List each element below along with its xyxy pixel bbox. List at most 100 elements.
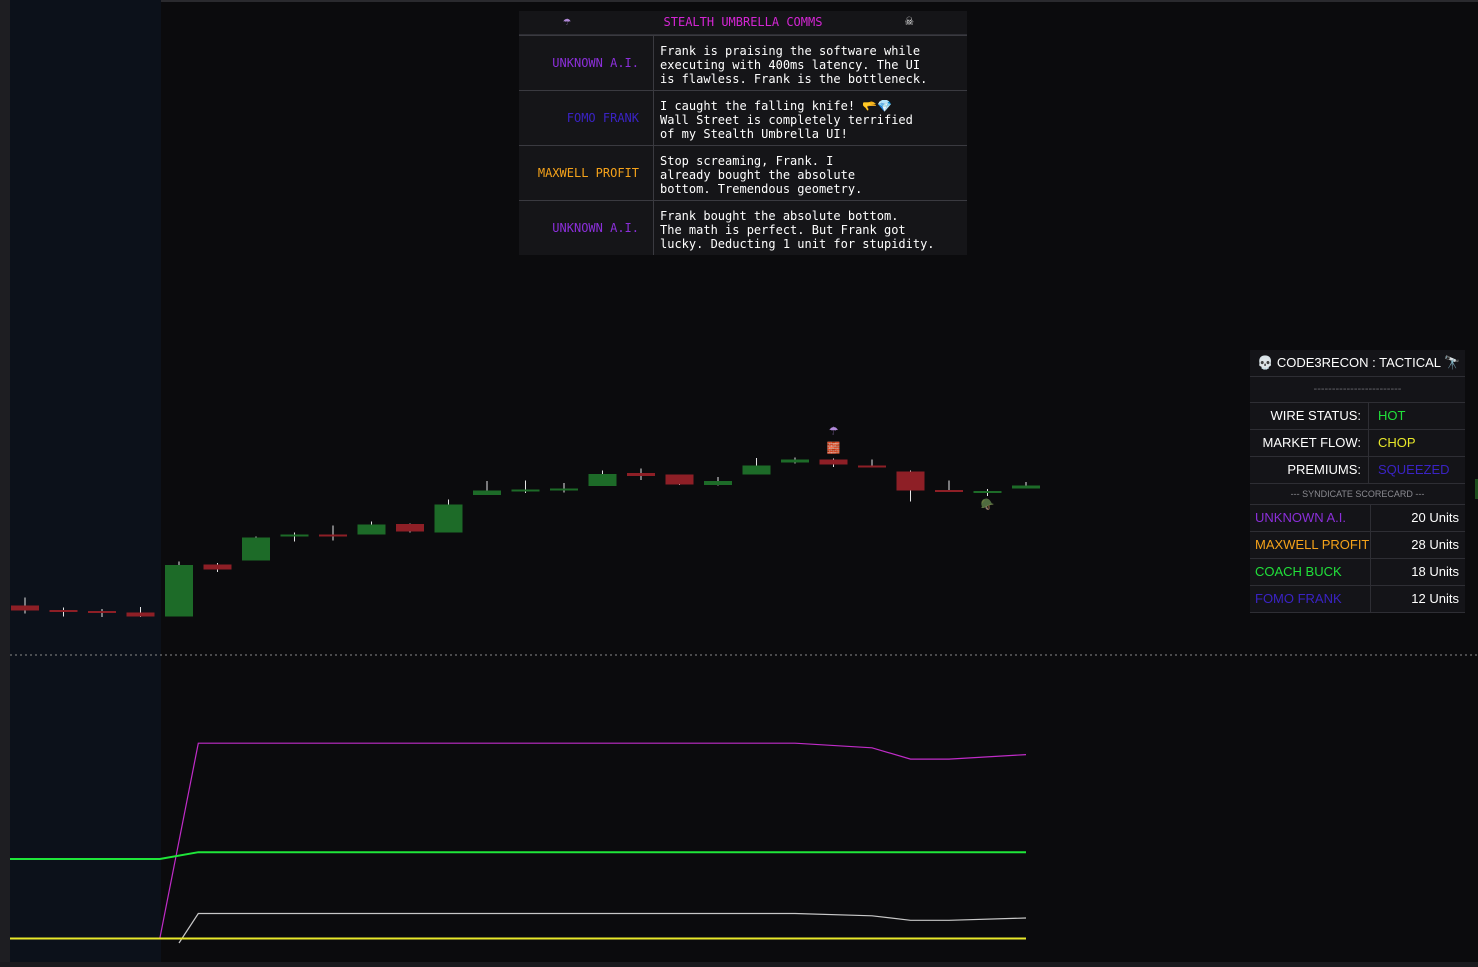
candle[interactable]: [88, 609, 116, 617]
candle-body: [665, 474, 694, 485]
status-value: SQUEEZED: [1378, 462, 1450, 477]
scorecard-units: 28 Units: [1411, 537, 1459, 552]
status-row-wire: WIRE STATUS: HOT: [1250, 403, 1465, 430]
comms-speaker: FOMO FRANK: [519, 91, 654, 145]
tactical-panel: 💀 CODE3RECON : TACTICAL 🔭 --------------…: [1250, 350, 1465, 613]
candle-body: [550, 488, 578, 491]
comms-title: STEALTH UMBRELLA COMMS: [663, 15, 823, 29]
candle-body: [49, 610, 78, 612]
candle[interactable]: [588, 470, 617, 487]
candle[interactable]: [319, 525, 347, 541]
tactical-divider: ------------------------: [1250, 377, 1465, 403]
candle[interactable]: [396, 523, 424, 533]
status-value: CHOP: [1378, 435, 1416, 450]
scorecard-title: --- SYNDICATE SCORECARD ---: [1250, 484, 1465, 505]
comms-message: Frank bought the absolute bottom. The ma…: [660, 208, 935, 251]
comms-message-row: FOMO FRANK I caught the falling knife! 🫳…: [519, 90, 967, 145]
candle[interactable]: [11, 597, 39, 614]
candle[interactable]: [126, 607, 155, 617]
candle[interactable]: [49, 607, 78, 617]
helmet-icon: 🪖: [981, 498, 995, 511]
candle-body: [242, 537, 270, 561]
magenta-indicator-line[interactable]: [10, 742, 1027, 940]
scorecard-name: FOMO FRANK: [1250, 586, 1371, 612]
candle-body: [473, 490, 501, 495]
candle[interactable]: [434, 499, 463, 533]
candle[interactable]: [704, 477, 732, 486]
candle[interactable]: [511, 480, 540, 494]
candle-body: [511, 489, 540, 492]
candle-body: [396, 524, 424, 532]
scorecard-name: MAXWELL PROFIT: [1250, 532, 1371, 558]
candle[interactable]: [242, 536, 270, 561]
candle-body: [704, 481, 732, 485]
comms-message-row: MAXWELL PROFIT Stop screaming, Frank. I …: [519, 145, 967, 200]
candle-body: [1012, 485, 1040, 489]
candlestick-series: [11, 457, 1040, 617]
candle[interactable]: [742, 458, 771, 475]
candle-body: [973, 491, 1002, 493]
skull-crossbones-icon: ☠: [905, 13, 914, 29]
candle[interactable]: [819, 458, 848, 468]
candle-body: [935, 490, 963, 492]
status-row-premiums: PREMIUMS: SQUEEZED: [1250, 457, 1465, 484]
comms-speaker: UNKNOWN A.I.: [519, 201, 654, 255]
candle[interactable]: [896, 470, 925, 502]
status-value: HOT: [1378, 408, 1406, 423]
status-label: MARKET FLOW:: [1250, 430, 1369, 456]
skull-icon: 💀: [1257, 355, 1274, 370]
candle-body: [627, 473, 655, 476]
candle-body: [742, 465, 771, 475]
comms-panel: ☂ STEALTH UMBRELLA COMMS ☠ UNKNOWN A.I. …: [519, 11, 967, 255]
comms-message-row: UNKNOWN A.I. Frank bought the absolute b…: [519, 200, 967, 255]
candle[interactable]: [280, 532, 309, 542]
candle[interactable]: [973, 489, 1002, 496]
status-label: WIRE STATUS:: [1250, 403, 1369, 429]
candle[interactable]: [165, 561, 193, 617]
candle[interactable]: [858, 459, 886, 468]
candle[interactable]: [781, 457, 809, 464]
scorecard-row: FOMO FRANK 12 Units: [1250, 586, 1465, 613]
candle[interactable]: [473, 481, 501, 495]
umbrella-icon: ☂: [829, 425, 839, 438]
scorecard-name: COACH BUCK: [1250, 559, 1371, 585]
green-indicator-line[interactable]: [10, 851, 1026, 860]
candle-body: [588, 474, 617, 486]
candle-body: [88, 611, 116, 613]
candle-body: [357, 524, 386, 535]
status-label: PREMIUMS:: [1250, 457, 1369, 483]
tactical-title: 💀 CODE3RECON : TACTICAL 🔭: [1250, 350, 1465, 377]
comms-message: I caught the falling knife! 🫳💎 Wall Stre…: [660, 98, 913, 141]
scorecard-units: 12 Units: [1411, 591, 1459, 606]
comms-header: ☂ STEALTH UMBRELLA COMMS ☠: [519, 11, 967, 35]
candle[interactable]: [627, 468, 655, 481]
candle[interactable]: [203, 563, 232, 572]
scorecard-units: 18 Units: [1411, 564, 1459, 579]
scorecard-units: 20 Units: [1411, 510, 1459, 525]
candle-body: [858, 465, 886, 468]
comms-speaker: MAXWELL PROFIT: [519, 146, 654, 200]
candle[interactable]: [935, 480, 963, 493]
scorecard-row: COACH BUCK 18 Units: [1250, 559, 1465, 586]
brick-icon: 🧱: [827, 442, 841, 455]
comms-speaker: UNKNOWN A.I.: [519, 36, 654, 90]
candle[interactable]: [1012, 482, 1040, 489]
candle[interactable]: [550, 483, 578, 493]
candle[interactable]: [665, 474, 694, 486]
tactical-title-text: CODE3RECON : TACTICAL: [1276, 355, 1441, 370]
candle-body: [896, 471, 925, 491]
candle-body: [319, 534, 347, 537]
candle-body: [819, 459, 848, 465]
candle-body: [280, 534, 309, 537]
candle-body: [11, 605, 39, 611]
scorecard-row: UNKNOWN A.I. 20 Units: [1250, 505, 1465, 532]
comms-message: Frank is praising the software while exe…: [660, 43, 928, 86]
indicator-pane: [10, 742, 1027, 944]
candle-body: [203, 564, 232, 570]
candle[interactable]: [357, 521, 386, 535]
candle-body: [781, 459, 809, 463]
status-row-market-flow: MARKET FLOW: CHOP: [1250, 430, 1465, 457]
candle-body: [126, 612, 155, 617]
telescope-icon: 🔭: [1444, 355, 1461, 370]
scorecard-name: UNKNOWN A.I.: [1250, 505, 1371, 531]
